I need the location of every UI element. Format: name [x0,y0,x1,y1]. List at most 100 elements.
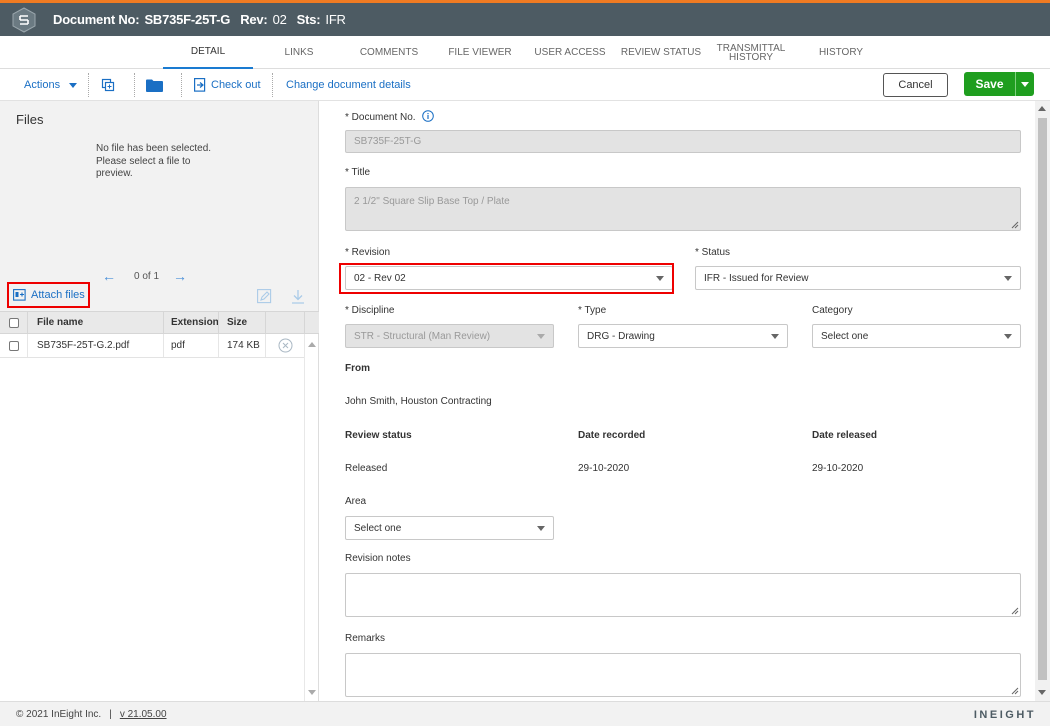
document-detail-form: * Document No. SB735F-25T-G * Title 2 1/… [320,101,1035,701]
files-grid-header: File name Extension Size [0,311,319,334]
scrollbar-thumb[interactable] [1038,118,1047,680]
files-panel: Files No file has been selected. Please … [0,101,319,701]
review-status-value: Released [345,463,388,474]
column-divider [265,312,266,333]
revision-notes-label: Revision notes [345,553,411,564]
file-preview-area: Files No file has been selected. Please … [0,101,318,311]
copy-button[interactable] [101,69,115,101]
download-icon[interactable] [291,289,305,307]
column-divider [265,334,266,357]
doc-no-value: SB735F-25T-G [144,12,231,27]
discipline-select: STR - Structural (Man Review) [345,324,554,348]
actions-menu[interactable]: Actions [24,69,78,101]
tab-links[interactable]: LINKS [264,36,334,69]
column-divider [218,312,219,333]
status-label: * Status [695,247,731,258]
row-checkbox[interactable] [9,334,19,357]
column-divider [27,334,28,357]
scroll-up-icon[interactable] [308,342,316,347]
doc-no-label: Document No: [53,12,140,27]
category-value: Select one [821,330,869,342]
document-no-label: * Document No. [345,110,435,123]
folder-button[interactable] [146,69,163,101]
category-label: Category [812,305,853,316]
previous-arrow-icon[interactable]: ← [102,268,116,284]
check-out-button[interactable]: Check out [194,69,261,101]
rev-value: 02 [272,12,287,27]
sts-label: Sts: [296,12,321,27]
version-link[interactable]: v 21.05.00 [120,709,167,720]
no-file-message: No file has been selected. Please select… [96,143,212,179]
tab-detail[interactable]: DETAIL [163,36,253,69]
revision-label: * Revision [345,247,391,258]
from-label: From [345,363,370,374]
file-name-cell[interactable]: SB735F-25T-G.2.pdf [37,334,129,357]
select-all-checkbox[interactable] [9,312,19,333]
resize-grip-icon[interactable] [1011,221,1019,229]
column-file-name[interactable]: File name [37,312,83,333]
actions-label: Actions [24,79,61,91]
column-divider [27,312,28,333]
from-value: John Smith, Houston Contracting [345,396,492,407]
scroll-down-icon[interactable] [308,690,316,695]
date-recorded-value: 29-10-2020 [578,463,630,474]
title-value: 2 1/2" Square Slip Base Top / Plate [354,196,510,207]
copy-icon [101,78,115,92]
chevron-down-icon [537,334,545,339]
table-row[interactable]: SB735F-25T-G.2.pdf pdf 174 KB [0,334,304,358]
tab-user-access[interactable]: USER ACCESS [528,36,612,69]
toolbar-divider [134,73,135,97]
type-label: * Type [578,305,607,316]
files-title: Files [16,112,44,127]
toolbar-divider [88,73,89,97]
folder-icon [146,79,163,92]
discipline-label: * Discipline [345,305,395,316]
chevron-down-icon [1004,276,1012,281]
ineight-logo-icon[interactable] [11,6,37,33]
edit-file-icon[interactable] [257,289,272,307]
title-field: 2 1/2" Square Slip Base Top / Plate [345,187,1021,231]
column-divider [218,334,219,357]
scroll-up-icon[interactable] [1038,106,1046,111]
category-select[interactable]: Select one [812,324,1021,348]
discipline-value: STR - Structural (Man Review) [354,330,491,342]
form-scrollbar[interactable] [1035,101,1050,701]
info-icon[interactable] [422,110,435,122]
area-select[interactable]: Select one [345,516,554,540]
preview-pager: ← 0 of 1 → [102,268,187,284]
change-document-details-link[interactable]: Change document details [286,69,411,101]
pager-count: 0 of 1 [134,270,160,282]
tab-history[interactable]: HISTORY [806,36,876,69]
type-select[interactable]: DRG - Drawing [578,324,788,348]
area-label: Area [345,496,367,507]
column-extension[interactable]: Extension [171,312,219,333]
attach-files-button[interactable]: Attach files [7,282,90,308]
scroll-down-icon[interactable] [1038,690,1046,695]
sts-value: IFR [325,12,346,27]
tab-review-status[interactable]: REVIEW STATUS [618,36,704,69]
remove-file-icon[interactable] [278,334,293,357]
next-arrow-icon[interactable]: → [173,268,187,284]
copyright-text: © 2021 InEight Inc. [16,708,102,720]
chevron-down-icon [771,334,779,339]
resize-grip-icon[interactable] [1011,687,1019,695]
document-no-field: SB735F-25T-G [345,130,1021,153]
file-size-cell: 174 KB [227,340,260,351]
tab-comments[interactable]: COMMENTS [344,36,434,69]
cancel-button[interactable]: Cancel [883,73,948,97]
save-options-dropdown[interactable] [1015,72,1034,96]
status-select[interactable]: IFR - Issued for Review [695,266,1021,290]
files-scrollbar[interactable] [304,334,318,701]
ineight-brand-logo: INEIGHT [973,709,1036,721]
tab-file-viewer[interactable]: FILE VIEWER [440,36,520,69]
revision-notes-field[interactable] [345,573,1021,617]
save-button[interactable]: Save [964,72,1034,96]
toolbar-divider [181,73,182,97]
rev-label: Rev: [240,12,268,27]
column-divider [304,312,305,333]
column-size[interactable]: Size [227,312,247,333]
remarks-field[interactable] [345,653,1021,697]
resize-grip-icon[interactable] [1011,607,1019,615]
review-status-label: Review status [345,430,412,441]
tab-transmittal-history[interactable]: TRANSMITTAL HISTORY [712,36,790,69]
